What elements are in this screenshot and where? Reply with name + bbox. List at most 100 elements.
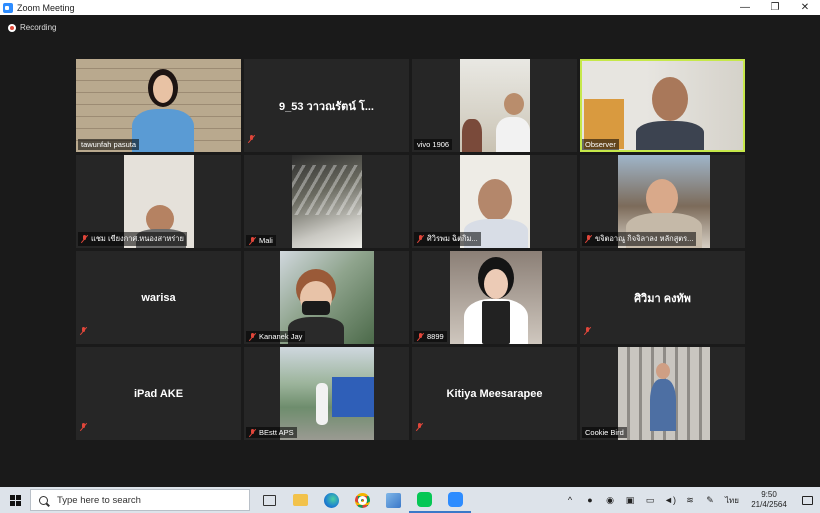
mic-muted-icon: [417, 332, 424, 341]
participant-tile[interactable]: Cookie Bird: [580, 347, 745, 440]
participant-name-label: แชม เขียงกาศ.หนองสาหร่าย: [78, 232, 187, 246]
muted-status: [248, 130, 258, 148]
maximize-button[interactable]: ❐: [760, 0, 790, 15]
participant-name-display: ศิวิมา คงทัพ: [634, 292, 691, 305]
roof-stripes: [292, 165, 362, 215]
windows-taskbar: Type here to search ^ ● ◉ ▣ ▭ ◄) ≋ ✎ ไทย…: [0, 487, 820, 513]
mic-muted-icon: [80, 327, 87, 335]
participant-face: [484, 269, 508, 299]
microphone-icon[interactable]: ●: [580, 495, 600, 505]
participant-name-label: Kananek Jay: [246, 331, 306, 342]
recording-tray-icon[interactable]: ◉: [600, 495, 620, 506]
show-hidden-icons-button[interactable]: ^: [560, 495, 580, 505]
mic-muted-icon: [584, 327, 591, 335]
participant-face: [652, 77, 688, 121]
blue-fence: [332, 377, 374, 417]
participant-body: [650, 379, 676, 431]
files-icon: [386, 492, 401, 508]
mic-muted-icon: [585, 235, 592, 243]
muted-status: [80, 418, 90, 436]
language-indicator[interactable]: ไทย: [720, 494, 744, 507]
mic-muted-icon: [417, 235, 424, 243]
participant-name-label: vivo 1906: [414, 139, 453, 150]
participant-tile[interactable]: Mali: [244, 155, 409, 248]
participant-name-display: iPad AKE: [133, 387, 184, 400]
recording-icon: [8, 23, 16, 32]
minimize-button[interactable]: —: [730, 0, 760, 15]
participant-tile[interactable]: BEstt APS: [244, 347, 409, 440]
participant-face: [656, 363, 670, 379]
file-explorer-button[interactable]: [285, 487, 316, 513]
task-view-button[interactable]: [254, 487, 285, 513]
gallery-grid: tawunfah pasuta 9_53 วาวณรัตน์ โ... vivo…: [76, 59, 746, 443]
zoom-app-icon: [3, 2, 13, 13]
start-button[interactable]: [0, 487, 30, 513]
face-mask: [302, 301, 330, 315]
participant-face: [504, 93, 524, 115]
mic-muted-icon: [249, 332, 256, 341]
window-titlebar: Zoom Meeting — ❐ ✕: [0, 0, 820, 15]
muted-status: [80, 322, 90, 340]
close-button[interactable]: ✕: [790, 0, 820, 15]
line-app-button[interactable]: [409, 487, 440, 513]
participant-name-display: Kitiya Meesarapee: [446, 387, 543, 400]
participant-body: [316, 383, 328, 425]
participant-tile[interactable]: tawunfah pasuta: [76, 59, 241, 152]
participant-tile[interactable]: 9_53 วาวณรัตน์ โ...: [244, 59, 409, 152]
notification-icon: [801, 495, 813, 505]
chrome-icon: [355, 492, 370, 508]
screen-share-icon[interactable]: ▣: [620, 495, 640, 506]
participant-tile[interactable]: ขจิตอาณู กิจจิลาลง หลักสูตร...: [580, 155, 745, 248]
participant-tile[interactable]: ศิวิมา คงทัพ: [580, 251, 745, 344]
participant-name-label: Observer: [582, 139, 619, 150]
participant-tile[interactable]: แชม เขียงกาศ.หนองสาหร่าย: [76, 155, 241, 248]
search-placeholder: Type here to search: [57, 494, 141, 506]
mic-muted-icon: [80, 423, 87, 431]
participant-name-display: 9_53 วาวณรัตน์ โ...: [279, 100, 374, 113]
files-button[interactable]: [378, 487, 409, 513]
system-tray: ^ ● ◉ ▣ ▭ ◄) ≋ ✎ ไทย 9:50 21/4/2564: [560, 487, 820, 513]
participant-name-label: tawunfah pasuta: [78, 139, 140, 150]
participant-tile[interactable]: Kitiya Meesarapee: [412, 347, 577, 440]
participant-face: [646, 179, 678, 217]
participant-tile-active-speaker[interactable]: Observer: [580, 59, 745, 152]
volume-icon[interactable]: ◄): [660, 495, 680, 505]
taskbar-clock[interactable]: 9:50 21/4/2564: [744, 490, 794, 510]
recording-indicator[interactable]: Recording: [8, 23, 56, 32]
mic-muted-icon: [248, 135, 255, 143]
participant-name-label: ศิวิรพม ฉิตกิม...: [414, 232, 481, 246]
participant-body: [636, 121, 704, 150]
zoom-app-button[interactable]: [440, 487, 471, 513]
participant-tile[interactable]: iPad AKE: [76, 347, 241, 440]
participant-tile[interactable]: 8899: [412, 251, 577, 344]
muted-status: [584, 322, 594, 340]
edge-button[interactable]: [316, 487, 347, 513]
clock-time: 9:50: [761, 490, 777, 499]
participant-name-label: BEstt APS: [246, 427, 297, 438]
participant-name-label: 8899: [414, 331, 447, 342]
participant-name-label: Cookie Bird: [582, 427, 627, 438]
zoom-icon: [448, 491, 463, 507]
pen-icon[interactable]: ✎: [700, 495, 720, 506]
task-view-icon: [263, 494, 276, 506]
wifi-icon[interactable]: ≋: [680, 495, 700, 506]
notifications-button[interactable]: [794, 495, 820, 505]
participant-name-display: warisa: [141, 291, 176, 304]
participant-body: [132, 109, 194, 152]
folder-icon: [293, 494, 308, 506]
taskbar-search-box[interactable]: Type here to search: [30, 489, 250, 511]
window-title: Zoom Meeting: [17, 2, 75, 13]
participant-tile[interactable]: vivo 1906: [412, 59, 577, 152]
mic-muted-icon: [249, 236, 256, 245]
monitor-icon[interactable]: ▭: [640, 495, 660, 506]
participant-tile[interactable]: Kananek Jay: [244, 251, 409, 344]
participant-vest: [482, 301, 510, 344]
mic-muted-icon: [416, 423, 423, 431]
participant-tile[interactable]: warisa: [76, 251, 241, 344]
chrome-button[interactable]: [347, 487, 378, 513]
recording-label: Recording: [20, 23, 57, 32]
line-icon: [417, 491, 432, 507]
participant-face: [153, 75, 173, 103]
participant-name-label: ขจิตอาณู กิจจิลาลง หลักสูตร...: [582, 232, 697, 246]
participant-tile[interactable]: ศิวิรพม ฉิตกิม...: [412, 155, 577, 248]
